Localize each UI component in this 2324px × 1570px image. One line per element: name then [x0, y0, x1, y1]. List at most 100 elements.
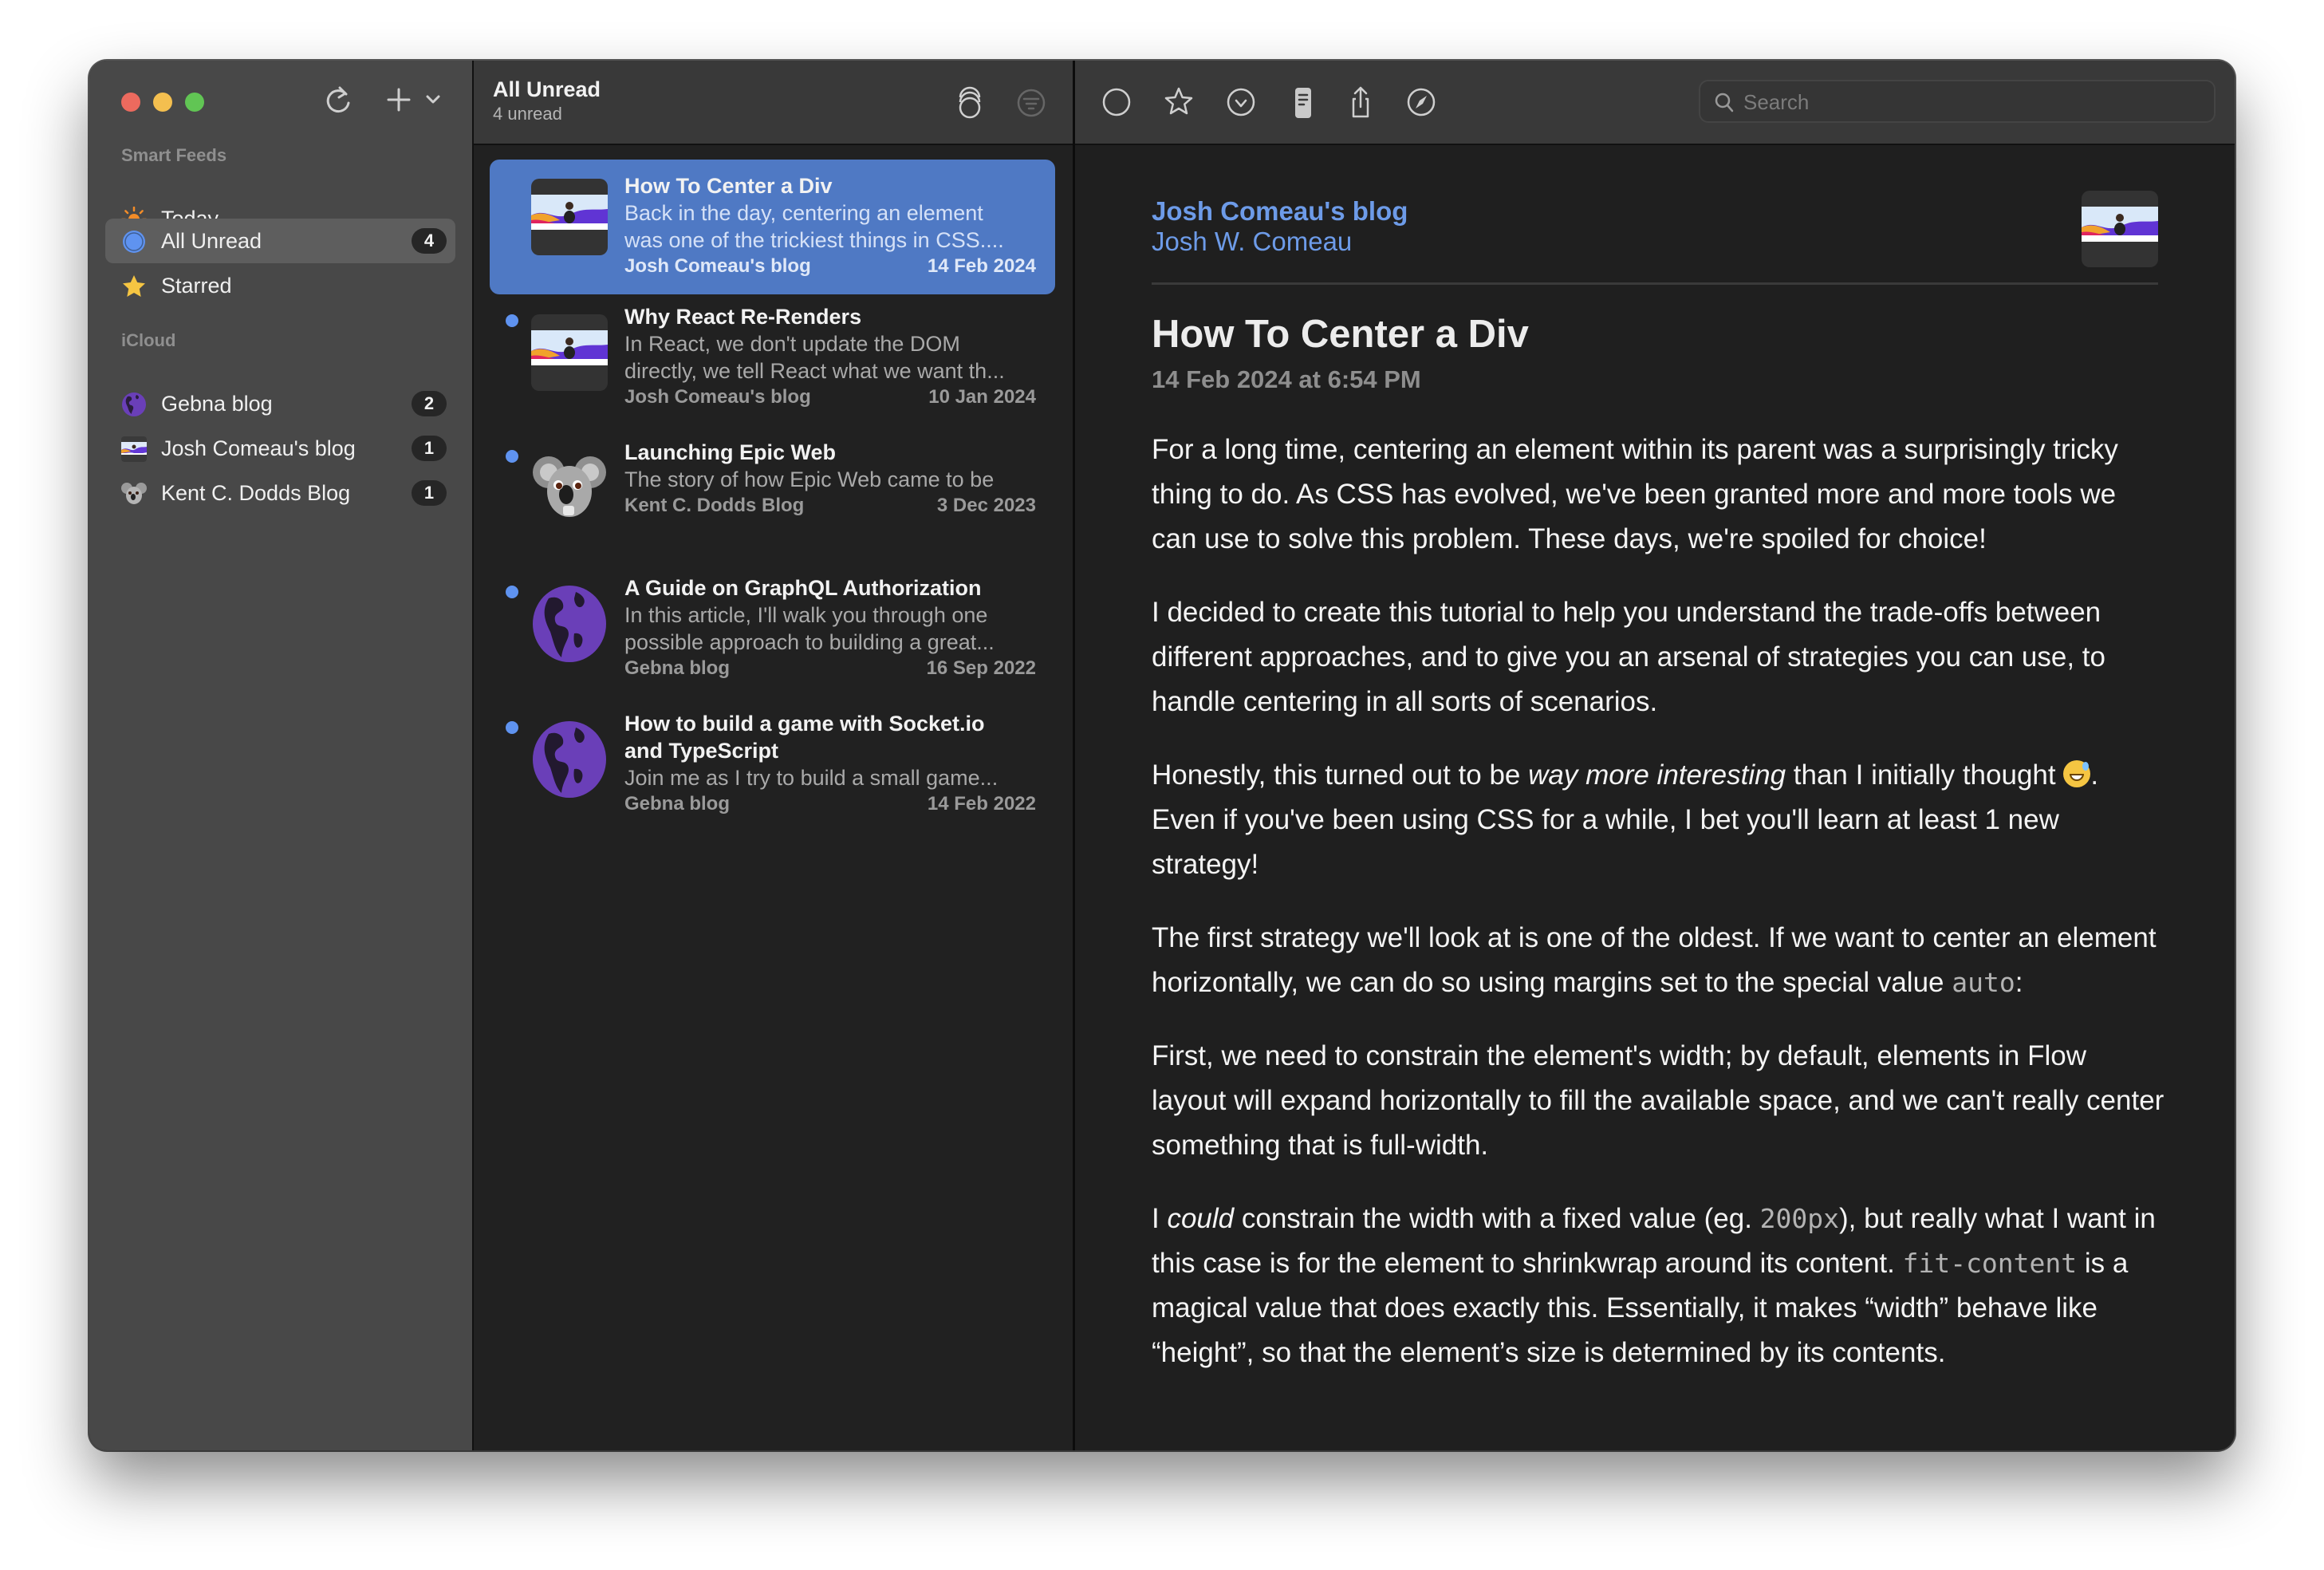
- share-button[interactable]: [1343, 85, 1378, 120]
- article-reader-pane: Josh Comeau's blog Josh W. Comeau How To…: [1075, 61, 2235, 1450]
- sidebar-item-label: Kent C. Dodds Blog: [161, 480, 351, 505]
- article-summary-line: was one of the trickiest things in CSS..…: [624, 228, 1004, 252]
- article-feed-name: Kent C. Dodds Blog: [624, 495, 805, 516]
- article-thumbnail-globe: [531, 721, 608, 798]
- unread-count-badge: 4: [412, 228, 447, 254]
- emphasis-text: way more interesting: [1528, 759, 1786, 791]
- article-summary-line: Join me as I try to build a small game..…: [624, 766, 999, 790]
- article-title: A Guide on GraphQL Authorization: [624, 576, 982, 600]
- feed-name-link[interactable]: Josh Comeau's blog: [1152, 196, 1408, 227]
- article-title: and TypeScript: [624, 739, 779, 763]
- feed-thumbnail: [2082, 191, 2158, 267]
- article-date: 10 Jan 2024: [928, 386, 1036, 408]
- sidebar-item-label: Josh Comeau's blog: [161, 436, 356, 460]
- article-list-item[interactable]: A Guide on GraphQL Authorization In this…: [490, 566, 1055, 702]
- add-feed-button[interactable]: [384, 83, 413, 120]
- sidebar-item-josh-comeau-blog[interactable]: Josh Comeau's blog 1: [105, 426, 455, 471]
- article-paragraph: For a long time, centering an element wi…: [1152, 434, 2118, 554]
- reader-view-button[interactable]: [1286, 85, 1321, 120]
- window-maximize-button[interactable]: [185, 93, 204, 112]
- sidebar: Smart Feeds Today All Unread 4 Starred: [89, 61, 474, 1450]
- list-title: All Unread: [493, 77, 601, 101]
- article-date: 14 Feb 2024: [927, 255, 1036, 277]
- share-icon: [1352, 86, 1369, 118]
- sidebar-item-all-unread[interactable]: All Unread 4: [105, 219, 455, 263]
- article-thumbnail-josh: [531, 179, 608, 255]
- article-paragraph: I decided to create this tutorial to hel…: [1152, 597, 2105, 717]
- article-paragraph: Honestly, this turned out to be way more…: [1152, 759, 2099, 880]
- sidebar-item-label: All Unread: [161, 228, 262, 253]
- search-field[interactable]: [1699, 80, 2216, 123]
- mark-read-button[interactable]: [1223, 85, 1259, 120]
- author-link[interactable]: Josh W. Comeau: [1152, 227, 1352, 257]
- search-icon: [1715, 93, 1734, 112]
- sidebar-item-label: Starred: [161, 273, 232, 298]
- star-icon: [1164, 87, 1193, 115]
- unread-dot-icon: [506, 314, 518, 327]
- mark-read-check-icon: [1227, 88, 1255, 116]
- star-button[interactable]: [1161, 85, 1196, 120]
- article-date: 16 Sep 2022: [926, 657, 1036, 679]
- chevron-down-icon: [426, 95, 440, 104]
- article-feed-name: Josh Comeau's blog: [624, 386, 811, 408]
- article-list-item[interactable]: Why React Re-Renders In React, we don't …: [490, 295, 1055, 431]
- article-summary-line: The story of how Epic Web came to be: [624, 467, 995, 491]
- refresh-button[interactable]: [322, 83, 354, 120]
- article-summary-line: In React, we don't update the DOM: [624, 332, 960, 356]
- mark-all-read-button[interactable]: [955, 85, 984, 125]
- window-close-button[interactable]: [121, 93, 140, 112]
- inline-code: fit-content: [1902, 1248, 2078, 1279]
- filter-icon: [1017, 89, 1046, 117]
- refresh-icon: [326, 86, 350, 113]
- article-paragraph: First, we need to constrain the element'…: [1152, 1040, 2164, 1161]
- unread-count-label: 4 unread: [493, 104, 562, 124]
- grinning-sweat-emoji-icon: [2063, 760, 2091, 787]
- open-in-browser-button[interactable]: [1404, 85, 1439, 120]
- header-divider: [1152, 282, 2158, 285]
- globe-icon: [122, 392, 146, 416]
- mark-unread-icon: [1102, 88, 1131, 116]
- inline-code: auto: [1952, 967, 2015, 998]
- unread-count-badge: 1: [412, 436, 447, 461]
- emphasis-text: could: [1167, 1203, 1235, 1234]
- sidebar-item-gebna-blog[interactable]: Gebna blog 2: [105, 381, 455, 426]
- article-list-item[interactable]: Launching Epic Web The story of how Epic…: [490, 431, 1055, 566]
- koala-favicon: [121, 483, 147, 504]
- app-window: Smart Feeds Today All Unread 4 Starred: [89, 61, 2235, 1450]
- add-feed-menu-button[interactable]: [424, 83, 442, 120]
- mark-all-read-icon: [959, 86, 981, 119]
- unread-dot-icon: [506, 450, 518, 463]
- reader-view-icon: [1295, 88, 1311, 118]
- sidebar-item-kent-c-dodds-blog[interactable]: Kent C. Dodds Blog 1: [105, 471, 455, 515]
- article-list-item[interactable]: How to build a game with Socket.io and T…: [490, 702, 1055, 838]
- article-published-date: 14 Feb 2024 at 6:54 PM: [1152, 365, 1421, 393]
- article-paragraph: The first strategy we'll look at is one …: [1152, 922, 2157, 998]
- article-body: For a long time, centering an element wi…: [1152, 428, 2164, 1404]
- unread-count-badge: 1: [412, 480, 447, 506]
- filter-button[interactable]: [1016, 88, 1046, 122]
- star-icon: [123, 275, 145, 297]
- article-feed-name: Gebna blog: [624, 657, 730, 679]
- article-summary-line: Back in the day, centering an element: [624, 201, 983, 225]
- article-thumbnail-josh: [531, 314, 608, 391]
- open-in-browser-compass-icon: [1407, 88, 1436, 116]
- unread-dot-icon: [506, 721, 518, 734]
- article-list-header: All Unread 4 unread: [474, 61, 1073, 145]
- article-title: Why React Re-Renders: [624, 305, 862, 329]
- sidebar-item-starred[interactable]: Starred: [105, 263, 455, 308]
- article-date: 3 Dec 2023: [936, 495, 1036, 516]
- article-thumbnail-koala: [531, 448, 608, 525]
- article-list-pane: All Unread 4 unread How To Center a Div …: [474, 61, 1075, 1450]
- mark-unread-button[interactable]: [1099, 85, 1134, 120]
- article-heading: How To Center a Div: [1152, 313, 1529, 356]
- sidebar-section-icloud: iCloud: [121, 330, 176, 350]
- article-feed-name: Gebna blog: [624, 793, 730, 815]
- unread-circle-icon: [123, 231, 145, 253]
- article-summary-line: In this article, I'll walk you through o…: [624, 603, 988, 627]
- article-feed-name: Josh Comeau's blog: [624, 255, 811, 277]
- article-title: How To Center a Div: [624, 174, 833, 198]
- article-list-item[interactable]: How To Center a Div Back in the day, cen…: [490, 160, 1055, 294]
- window-minimize-button[interactable]: [153, 93, 172, 112]
- article-paragraph: I could constrain the width with a fixed…: [1152, 1203, 2156, 1368]
- search-input[interactable]: [1742, 81, 2192, 123]
